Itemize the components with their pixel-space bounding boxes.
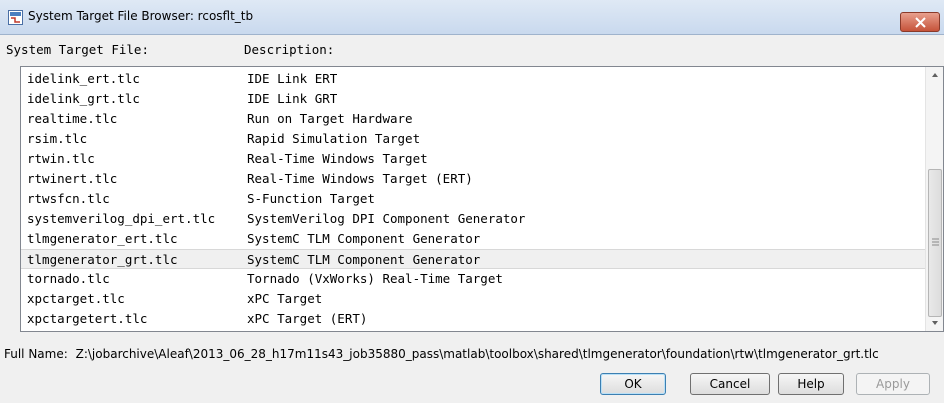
arrow-up-icon [932,73,938,77]
vertical-scrollbar[interactable] [925,67,943,331]
list-item[interactable]: xpctarget.tlc xPC Target [21,289,925,309]
list-item[interactable]: rsim.tlc Rapid Simulation Target [21,129,925,149]
help-button[interactable]: Help [778,373,844,395]
file-name: systemverilog_dpi_ert.tlc [27,211,216,226]
close-icon [915,17,926,28]
file-column-header: System Target File: [6,42,149,57]
scroll-thumb[interactable] [928,169,942,317]
target-file-list[interactable]: idelink_ert.tlc IDE Link ERT idelink_grt… [20,66,944,332]
file-name: realtime.tlc [27,111,118,126]
file-name: tlmgenerator_ert.tlc [27,231,178,246]
simulink-icon [8,10,23,25]
file-description: SystemC TLM Component Generator [247,231,481,246]
file-name: xpctarget.tlc [27,291,125,306]
full-name-line: Full Name: Z:\jobarchive\Aleaf\2013_06_2… [4,347,879,361]
list-item-selected[interactable]: tlmgenerator_grt.tlc SystemC TLM Compone… [21,249,925,269]
system-target-file-browser-dialog: System Target File Browser: rcosflt_tb S… [0,0,944,403]
file-name: idelink_grt.tlc [27,91,140,106]
file-description: Run on Target Hardware [247,111,413,126]
list-item[interactable]: idelink_grt.tlc IDE Link GRT [21,89,925,109]
file-description: IDE Link ERT [247,71,338,86]
description-column-header: Description: [244,42,335,57]
grip-icon [932,238,939,246]
file-description: Real-Time Windows Target [247,151,428,166]
list-item[interactable]: rtwsfcn.tlc S-Function Target [21,189,925,209]
file-description: Rapid Simulation Target [247,131,421,146]
list-item[interactable]: idelink_ert.tlc IDE Link ERT [21,69,925,89]
file-description: SystemVerilog DPI Component Generator [247,211,526,226]
cancel-button[interactable]: Cancel [690,373,770,395]
list-item[interactable]: tornado.tlc Tornado (VxWorks) Real-Time … [21,269,925,289]
file-name: tornado.tlc [27,271,110,286]
file-description: Tornado (VxWorks) Real-Time Target [247,271,503,286]
list-item[interactable]: rtwin.tlc Real-Time Windows Target [21,149,925,169]
file-name: rtwinert.tlc [27,171,118,186]
file-name: tlmgenerator_grt.tlc [27,252,178,267]
list-item[interactable]: xpctargetert.tlc xPC Target (ERT) [21,309,925,329]
file-description: xPC Target [247,291,323,306]
close-button[interactable] [900,12,940,32]
list-item[interactable]: tlmgenerator_ert.tlc SystemC TLM Compone… [21,229,925,249]
scroll-down-button[interactable] [926,314,943,331]
full-name-label: Full Name: [4,347,68,361]
file-name: idelink_ert.tlc [27,71,140,86]
file-description: S-Function Target [247,191,375,206]
arrow-down-icon [932,321,938,325]
title-bar[interactable]: System Target File Browser: rcosflt_tb [0,0,944,35]
list-item[interactable]: rtwinert.tlc Real-Time Windows Target (E… [21,169,925,189]
column-headers: System Target File: Description: [0,40,944,60]
window-title: System Target File Browser: rcosflt_tb [28,9,254,23]
file-name: xpctargetert.tlc [27,311,148,326]
file-name: rtwsfcn.tlc [27,191,110,206]
scroll-up-button[interactable] [926,67,943,84]
file-name: rtwin.tlc [27,151,95,166]
list-item[interactable]: systemverilog_dpi_ert.tlc SystemVerilog … [21,209,925,229]
file-description: IDE Link GRT [247,91,338,106]
apply-button: Apply [856,373,930,395]
file-name: rsim.tlc [27,131,88,146]
list-item[interactable]: realtime.tlc Run on Target Hardware [21,109,925,129]
full-name-path: Z:\jobarchive\Aleaf\2013_06_28_h17m11s43… [75,347,879,361]
ok-button[interactable]: OK [600,373,666,395]
file-description: SystemC TLM Component Generator [247,252,481,267]
file-description: xPC Target (ERT) [247,311,368,326]
file-description: Real-Time Windows Target (ERT) [247,171,473,186]
